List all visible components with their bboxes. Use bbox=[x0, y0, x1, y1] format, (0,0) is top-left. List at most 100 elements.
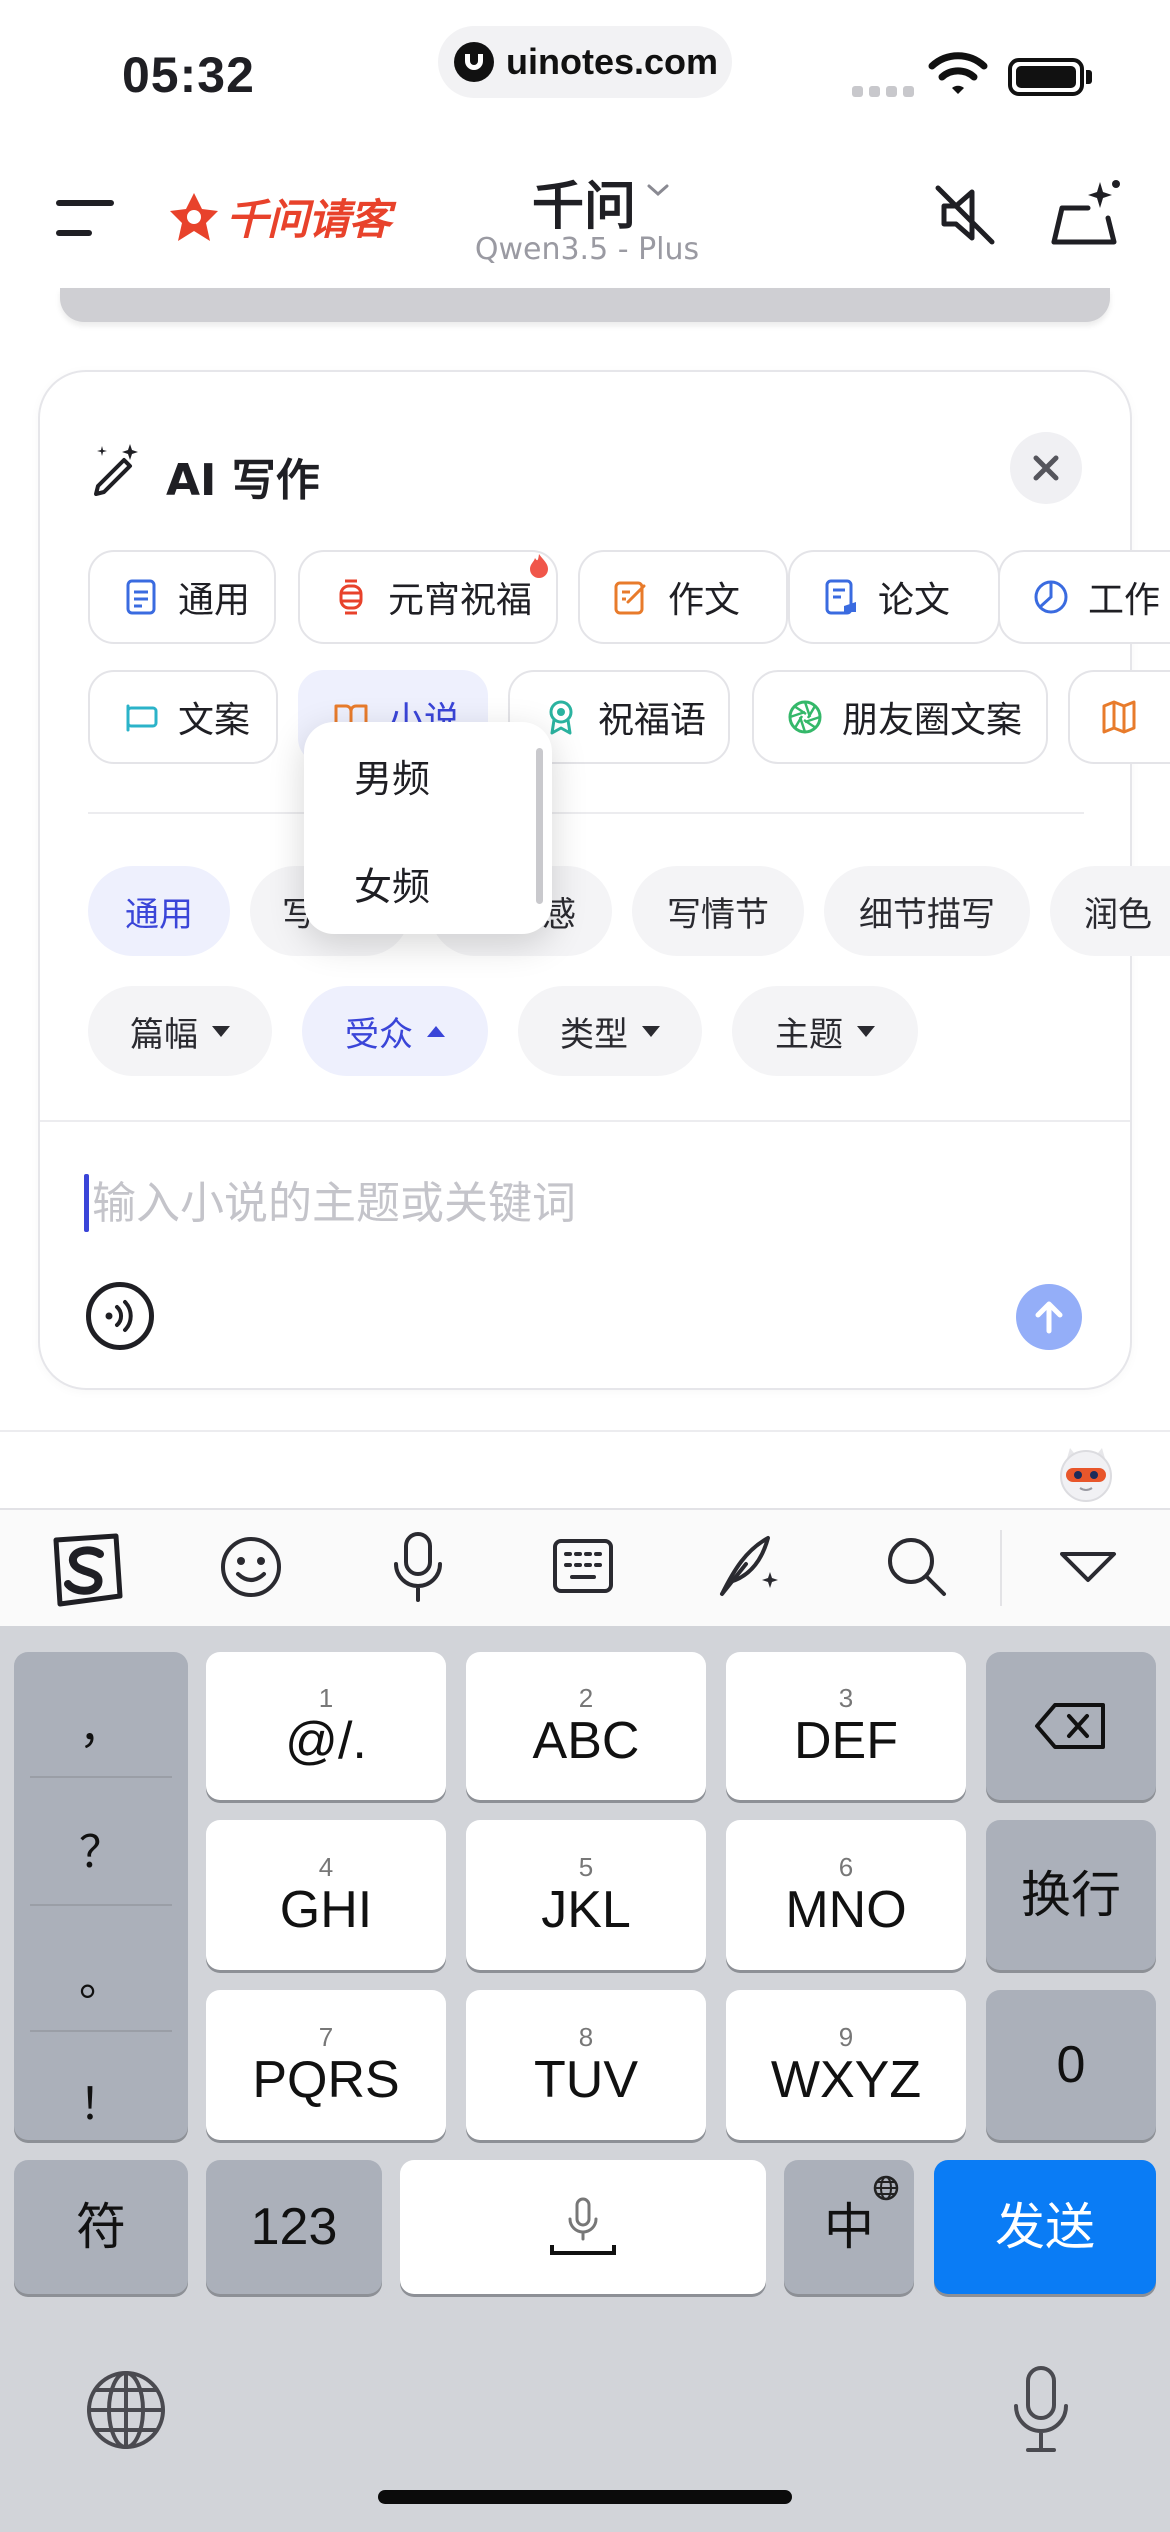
dropdown-scrollbar[interactable] bbox=[536, 748, 543, 904]
key-question[interactable]: ？ bbox=[14, 1816, 188, 1880]
key-newline[interactable]: 换行 bbox=[986, 1820, 1156, 1970]
send-button[interactable] bbox=[1016, 1284, 1082, 1350]
category-chip-lantern-festival[interactable]: 元宵祝福 bbox=[298, 550, 558, 644]
voice-call-button[interactable] bbox=[86, 1282, 154, 1350]
panel-title: AI 写作 bbox=[166, 455, 320, 506]
model-selector[interactable]: 千问 bbox=[532, 164, 636, 239]
punct-divider bbox=[30, 1776, 172, 1778]
site-icon bbox=[454, 42, 494, 82]
key-7[interactable]: 7 PQRS bbox=[206, 1990, 446, 2140]
key-language-switch[interactable]: 中 bbox=[784, 2160, 914, 2294]
ai-quill-icon[interactable] bbox=[716, 1530, 782, 1600]
previous-message-edge bbox=[60, 288, 1110, 322]
dictation-microphone-icon[interactable] bbox=[1010, 2364, 1072, 2456]
award-badge-icon bbox=[549, 700, 573, 735]
key-comma[interactable]: ， bbox=[14, 1692, 188, 1756]
home-indicator bbox=[378, 2490, 792, 2504]
category-chip-essay[interactable]: 作文 bbox=[578, 550, 788, 644]
space-mic-icon bbox=[550, 2197, 616, 2255]
map-icon bbox=[1102, 700, 1136, 734]
backspace-icon bbox=[1035, 1703, 1105, 1749]
aperture-icon bbox=[788, 700, 822, 734]
key-send[interactable]: 发送 bbox=[934, 2160, 1156, 2294]
battery-icon bbox=[1008, 58, 1084, 96]
search-icon[interactable] bbox=[884, 1534, 948, 1598]
keyboard-icon[interactable] bbox=[552, 1538, 614, 1594]
close-button[interactable] bbox=[1010, 432, 1082, 504]
mascot-icon[interactable] bbox=[1056, 1444, 1116, 1504]
paper-icon bbox=[825, 579, 856, 615]
category-chip-more[interactable] bbox=[1068, 670, 1170, 764]
text-cursor bbox=[84, 1174, 89, 1232]
category-chip-thesis[interactable]: 论文 bbox=[788, 550, 1000, 644]
brand-logo[interactable]: 千问请客 bbox=[166, 186, 391, 247]
category-chip-work[interactable]: 工作 bbox=[998, 550, 1170, 644]
globe-small-icon bbox=[873, 2175, 899, 2201]
qianwen-logo-icon bbox=[170, 192, 218, 241]
punct-divider bbox=[30, 2030, 172, 2032]
input-separator bbox=[40, 1120, 1130, 1122]
microphone-icon[interactable] bbox=[390, 1530, 446, 1604]
category-chip-general[interactable]: 通用 bbox=[88, 550, 276, 644]
pie-chart-icon bbox=[1034, 580, 1068, 614]
key-space[interactable] bbox=[400, 2160, 766, 2294]
category-chip-moments[interactable]: 朋友圈文案 bbox=[752, 670, 1048, 764]
globe-icon[interactable] bbox=[84, 2368, 168, 2452]
key-8[interactable]: 8 TUV bbox=[466, 1990, 706, 2140]
document-icon bbox=[126, 579, 156, 615]
dropdown-option-female[interactable]: 女频 bbox=[354, 856, 430, 911]
skill-pill-plot[interactable]: 写情节 bbox=[632, 866, 804, 956]
key-exclamation[interactable]: ！ bbox=[14, 2068, 188, 2132]
logo-text: 千问请客 bbox=[226, 195, 391, 244]
key-backspace[interactable] bbox=[986, 1652, 1156, 1800]
caret-down-icon bbox=[857, 1025, 875, 1037]
key-0[interactable]: 0 bbox=[986, 1990, 1156, 2140]
battery-nub bbox=[1086, 70, 1092, 84]
edit-note-icon bbox=[614, 581, 646, 615]
model-version: Qwen3.5 - Plus bbox=[474, 232, 700, 267]
url-pill[interactable]: uinotes.com bbox=[438, 26, 732, 98]
filter-genre[interactable]: 类型 bbox=[518, 986, 702, 1076]
dropdown-option-male[interactable]: 男频 bbox=[354, 748, 430, 803]
emoji-icon[interactable] bbox=[218, 1534, 284, 1600]
filter-audience[interactable]: 受众 bbox=[302, 986, 488, 1076]
skill-pill-detail[interactable]: 细节描写 bbox=[824, 866, 1030, 956]
hot-flame-icon bbox=[530, 554, 548, 578]
new-chat-sparkle-icon[interactable] bbox=[1048, 178, 1124, 248]
key-6[interactable]: 6 MNO bbox=[726, 1820, 966, 1970]
caret-down-icon bbox=[212, 1025, 230, 1037]
key-1[interactable]: 1 @/. bbox=[206, 1652, 446, 1800]
menu-icon[interactable] bbox=[56, 198, 114, 238]
toolbar-separator bbox=[1000, 1530, 1002, 1606]
key-123[interactable]: 123 bbox=[206, 2160, 382, 2294]
prompt-input[interactable] bbox=[92, 1170, 992, 1236]
sogou-logo-icon[interactable] bbox=[44, 1532, 126, 1612]
url-text: uinotes.com bbox=[506, 41, 719, 82]
sound-wave-icon bbox=[105, 1300, 133, 1332]
key-3[interactable]: 3 DEF bbox=[726, 1652, 966, 1800]
key-2[interactable]: 2 ABC bbox=[466, 1652, 706, 1800]
lantern-icon bbox=[339, 579, 363, 615]
category-chip-copywriting[interactable]: 文案 bbox=[88, 670, 278, 764]
section-divider bbox=[88, 812, 1084, 814]
skill-pill-general[interactable]: 通用 bbox=[88, 866, 230, 956]
filter-length[interactable]: 篇幅 bbox=[88, 986, 272, 1076]
caret-down-icon bbox=[642, 1025, 660, 1037]
key-period[interactable]: 。 bbox=[14, 1944, 188, 2008]
key-9[interactable]: 9 WXYZ bbox=[726, 1990, 966, 2140]
status-time: 05:32 bbox=[122, 47, 255, 103]
wifi-icon bbox=[928, 52, 988, 94]
filter-theme[interactable]: 主题 bbox=[732, 986, 918, 1076]
punct-divider bbox=[30, 1904, 172, 1906]
caret-up-icon bbox=[427, 1025, 445, 1037]
audience-dropdown: 男频 女频 bbox=[304, 722, 552, 934]
skill-pill-polish[interactable]: 润色 bbox=[1050, 866, 1170, 956]
key-4[interactable]: 4 GHI bbox=[206, 1820, 446, 1970]
hide-keyboard-chevron-icon[interactable] bbox=[1058, 1550, 1118, 1584]
key-5[interactable]: 5 JKL bbox=[466, 1820, 706, 1970]
chevron-down-icon[interactable] bbox=[646, 182, 670, 198]
magic-pen-icon bbox=[94, 444, 138, 496]
key-symbols[interactable]: 符 bbox=[14, 2160, 188, 2294]
speaker-mute-icon[interactable] bbox=[930, 180, 1000, 250]
divider-line bbox=[0, 1430, 1170, 1432]
